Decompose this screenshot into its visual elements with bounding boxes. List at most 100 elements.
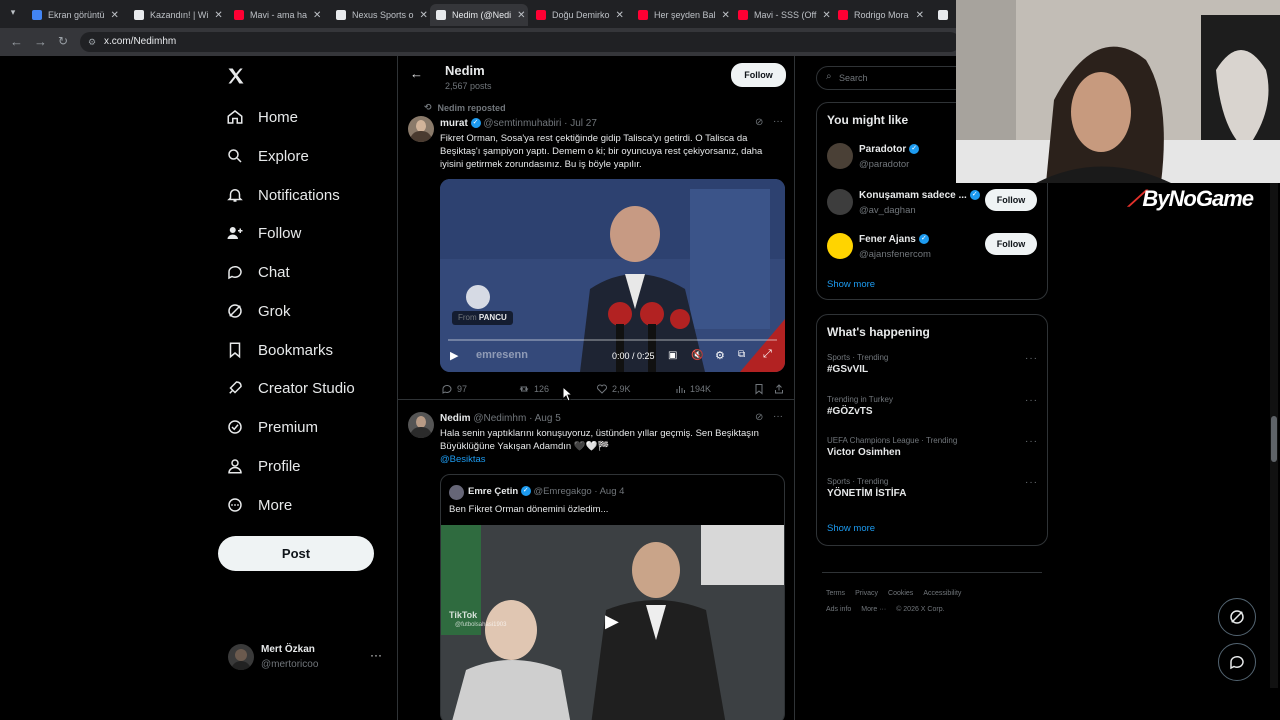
x-logo[interactable] bbox=[226, 66, 248, 88]
trend-more-icon[interactable]: ··· bbox=[1025, 477, 1038, 488]
quote-video[interactable]: TikTok @futbolsahasi1903 ▶ bbox=[441, 525, 784, 720]
sidebar-item-chat[interactable]: Chat bbox=[226, 257, 290, 287]
browser-tab[interactable]: Doğu Demirko ✕ bbox=[530, 4, 628, 26]
tab-close-icon[interactable]: ✕ bbox=[816, 10, 830, 21]
trend-more-icon[interactable]: ··· bbox=[1025, 353, 1038, 364]
sidebar-item-home[interactable]: Home bbox=[226, 102, 298, 132]
share-button[interactable] bbox=[773, 383, 789, 395]
grok-icon[interactable]: ⊘ bbox=[755, 412, 763, 423]
trend-more-icon[interactable]: ··· bbox=[1025, 395, 1038, 406]
trend-more-icon[interactable]: ··· bbox=[1025, 436, 1038, 447]
like-button[interactable]: 2,9K bbox=[596, 383, 631, 395]
grok-icon[interactable]: ⊘ bbox=[755, 117, 763, 128]
browser-tab[interactable]: N bbox=[932, 4, 954, 26]
grok-fab[interactable] bbox=[1218, 598, 1256, 636]
sidebar-item-explore[interactable]: Explore bbox=[226, 141, 309, 171]
repost-button[interactable]: 126 bbox=[518, 383, 549, 395]
author-handle[interactable]: @Nedimhm bbox=[473, 413, 526, 424]
account-more-icon[interactable]: ··· bbox=[370, 648, 382, 662]
tab-close-icon[interactable]: ✕ bbox=[716, 10, 730, 21]
tweet-date[interactable]: · Jul 27 bbox=[564, 118, 597, 129]
footer-link[interactable]: Ads info bbox=[826, 606, 851, 613]
browser-tab[interactable]: Kazandın! | Wi ✕ bbox=[128, 4, 226, 26]
settings-icon[interactable]: ⚙ bbox=[715, 349, 725, 362]
sidebar-item-grok[interactable]: Grok bbox=[226, 296, 291, 326]
browser-tab[interactable]: Nedim (@Nedi ✕ bbox=[430, 4, 528, 26]
site-info-icon[interactable]: ⚙ bbox=[88, 32, 96, 52]
footer-link[interactable]: Accessibility bbox=[923, 590, 961, 597]
tab-close-icon[interactable]: ✕ bbox=[208, 10, 222, 21]
back-icon[interactable]: ← bbox=[10, 34, 23, 49]
tweet-video[interactable]: From PANCU emresenn ▶ 0:00 / 0:25 ▣ 🔇 ⚙ … bbox=[440, 179, 785, 372]
sidebar-item-premium[interactable]: Premium bbox=[226, 412, 318, 442]
might-like-show-more[interactable]: Show more bbox=[827, 279, 875, 290]
tweet-more-icon[interactable]: ··· bbox=[773, 411, 783, 422]
browser-tab[interactable]: Ekran görüntü ✕ bbox=[26, 4, 124, 26]
footer-link[interactable]: Privacy bbox=[855, 590, 878, 597]
sidebar-item-creator-studio[interactable]: Creator Studio bbox=[226, 373, 355, 403]
suggested-user[interactable]: Konuşamam sadece ... ✓ @av_daghan Follow bbox=[817, 187, 1047, 223]
tweet-1[interactable]: ⟲ Nedim reposted murat ✓ @semtinmuhabiri… bbox=[398, 98, 794, 400]
tweet-date[interactable]: · Aug 5 bbox=[529, 413, 561, 424]
trend-item[interactable]: Trending in Turkey #GÖZvTS ··· bbox=[827, 395, 1039, 429]
back-arrow-icon[interactable]: ← bbox=[410, 66, 423, 81]
pip-icon[interactable]: ⧉ bbox=[738, 349, 745, 360]
tweet-more-icon[interactable]: ··· bbox=[773, 116, 783, 127]
play-icon[interactable]: ▶ bbox=[450, 349, 458, 362]
sidebar-item-bookmarks[interactable]: Bookmarks bbox=[226, 335, 333, 365]
sidebar-item-profile[interactable]: Profile bbox=[226, 451, 301, 481]
follow-button[interactable]: Follow bbox=[985, 233, 1037, 255]
chat-fab[interactable] bbox=[1218, 643, 1256, 681]
browser-tab[interactable]: Mavi - ama ha ✕ bbox=[228, 4, 326, 26]
quoted-tweet[interactable]: Emre Çetin ✓ @Emregakgo · Aug 4 Ben Fikr… bbox=[440, 474, 785, 720]
bookmark-button[interactable] bbox=[753, 383, 769, 395]
fullscreen-icon[interactable]: ⤢ bbox=[763, 348, 772, 361]
tab-close-icon[interactable]: ✕ bbox=[105, 10, 119, 21]
captions-icon[interactable]: ▣ bbox=[668, 350, 677, 361]
author-name[interactable]: Nedim bbox=[440, 413, 471, 424]
footer-link[interactable]: © 2026 X Corp. bbox=[896, 606, 944, 613]
play-icon[interactable]: ▶ bbox=[605, 611, 619, 632]
tab-close-icon[interactable]: ✕ bbox=[610, 10, 624, 21]
footer-link[interactable]: Cookies bbox=[888, 590, 913, 597]
header-follow-button[interactable]: Follow bbox=[731, 63, 786, 87]
suggested-user-name-line: Fener Ajans ✓ bbox=[859, 234, 929, 245]
avatar[interactable] bbox=[408, 116, 434, 142]
reload-icon[interactable]: ↻ bbox=[58, 34, 68, 48]
tweet-2[interactable]: Nedim @Nedimhm · Aug 5 ⊘ ··· Hala senin … bbox=[398, 402, 794, 720]
follow-button[interactable]: Follow bbox=[985, 189, 1037, 211]
trends-show-more[interactable]: Show more bbox=[827, 523, 875, 534]
browser-tab[interactable]: Mavi - SSS (Off ✕ bbox=[732, 4, 830, 26]
mention-link[interactable]: @Besiktas bbox=[440, 454, 486, 465]
url-input[interactable]: ⚙ x.com/Nedimhm bbox=[80, 32, 960, 52]
post-button[interactable]: Post bbox=[218, 536, 374, 571]
tab-search-button[interactable]: ▾ bbox=[6, 7, 20, 21]
footer-link[interactable]: Terms bbox=[826, 590, 845, 597]
tab-close-icon[interactable]: ✕ bbox=[414, 10, 428, 21]
sidebar-item-follow[interactable]: Follow bbox=[226, 218, 301, 248]
sidebar-item-label: Creator Studio bbox=[258, 379, 355, 397]
trend-item[interactable]: Sports · Trending #GSvVIL ··· bbox=[827, 353, 1039, 387]
trend-item[interactable]: UEFA Champions League · Trending Victor O… bbox=[827, 436, 1039, 470]
tab-close-icon[interactable]: ✕ bbox=[910, 10, 924, 21]
forward-icon[interactable]: → bbox=[34, 34, 47, 49]
trend-item[interactable]: Sports · Trending YÖNETİM İSTİFA ··· bbox=[827, 477, 1039, 511]
account-switcher[interactable]: Mert Özkan @mertoricoo ··· bbox=[226, 640, 386, 676]
browser-tab[interactable]: Her şeyden Bal ✕ bbox=[632, 4, 730, 26]
avatar[interactable] bbox=[408, 412, 434, 438]
browser-tab[interactable]: Nexus Sports o ✕ bbox=[330, 4, 428, 26]
video-progress-track[interactable] bbox=[448, 339, 777, 341]
author-handle[interactable]: @semtinmuhabiri bbox=[483, 118, 561, 129]
sidebar-item-more[interactable]: More bbox=[226, 490, 292, 520]
author-name[interactable]: murat bbox=[440, 118, 468, 129]
views-button[interactable]: 194K bbox=[674, 383, 711, 395]
mute-icon[interactable]: 🔇 bbox=[691, 350, 703, 361]
reply-button[interactable]: 97 bbox=[441, 383, 467, 395]
tab-close-icon[interactable]: ✕ bbox=[307, 10, 321, 21]
suggested-user[interactable]: Fener Ajans ✓ @ajansfenercom Follow bbox=[817, 231, 1047, 267]
sidebar-item-notifications[interactable]: Notifications bbox=[226, 180, 340, 210]
scrollbar-thumb[interactable] bbox=[1271, 416, 1277, 462]
browser-tab[interactable]: Rodrigo Mora ✕ bbox=[832, 4, 930, 26]
tab-close-icon[interactable]: ✕ bbox=[511, 10, 525, 21]
footer-link[interactable]: More ··· bbox=[861, 606, 886, 613]
